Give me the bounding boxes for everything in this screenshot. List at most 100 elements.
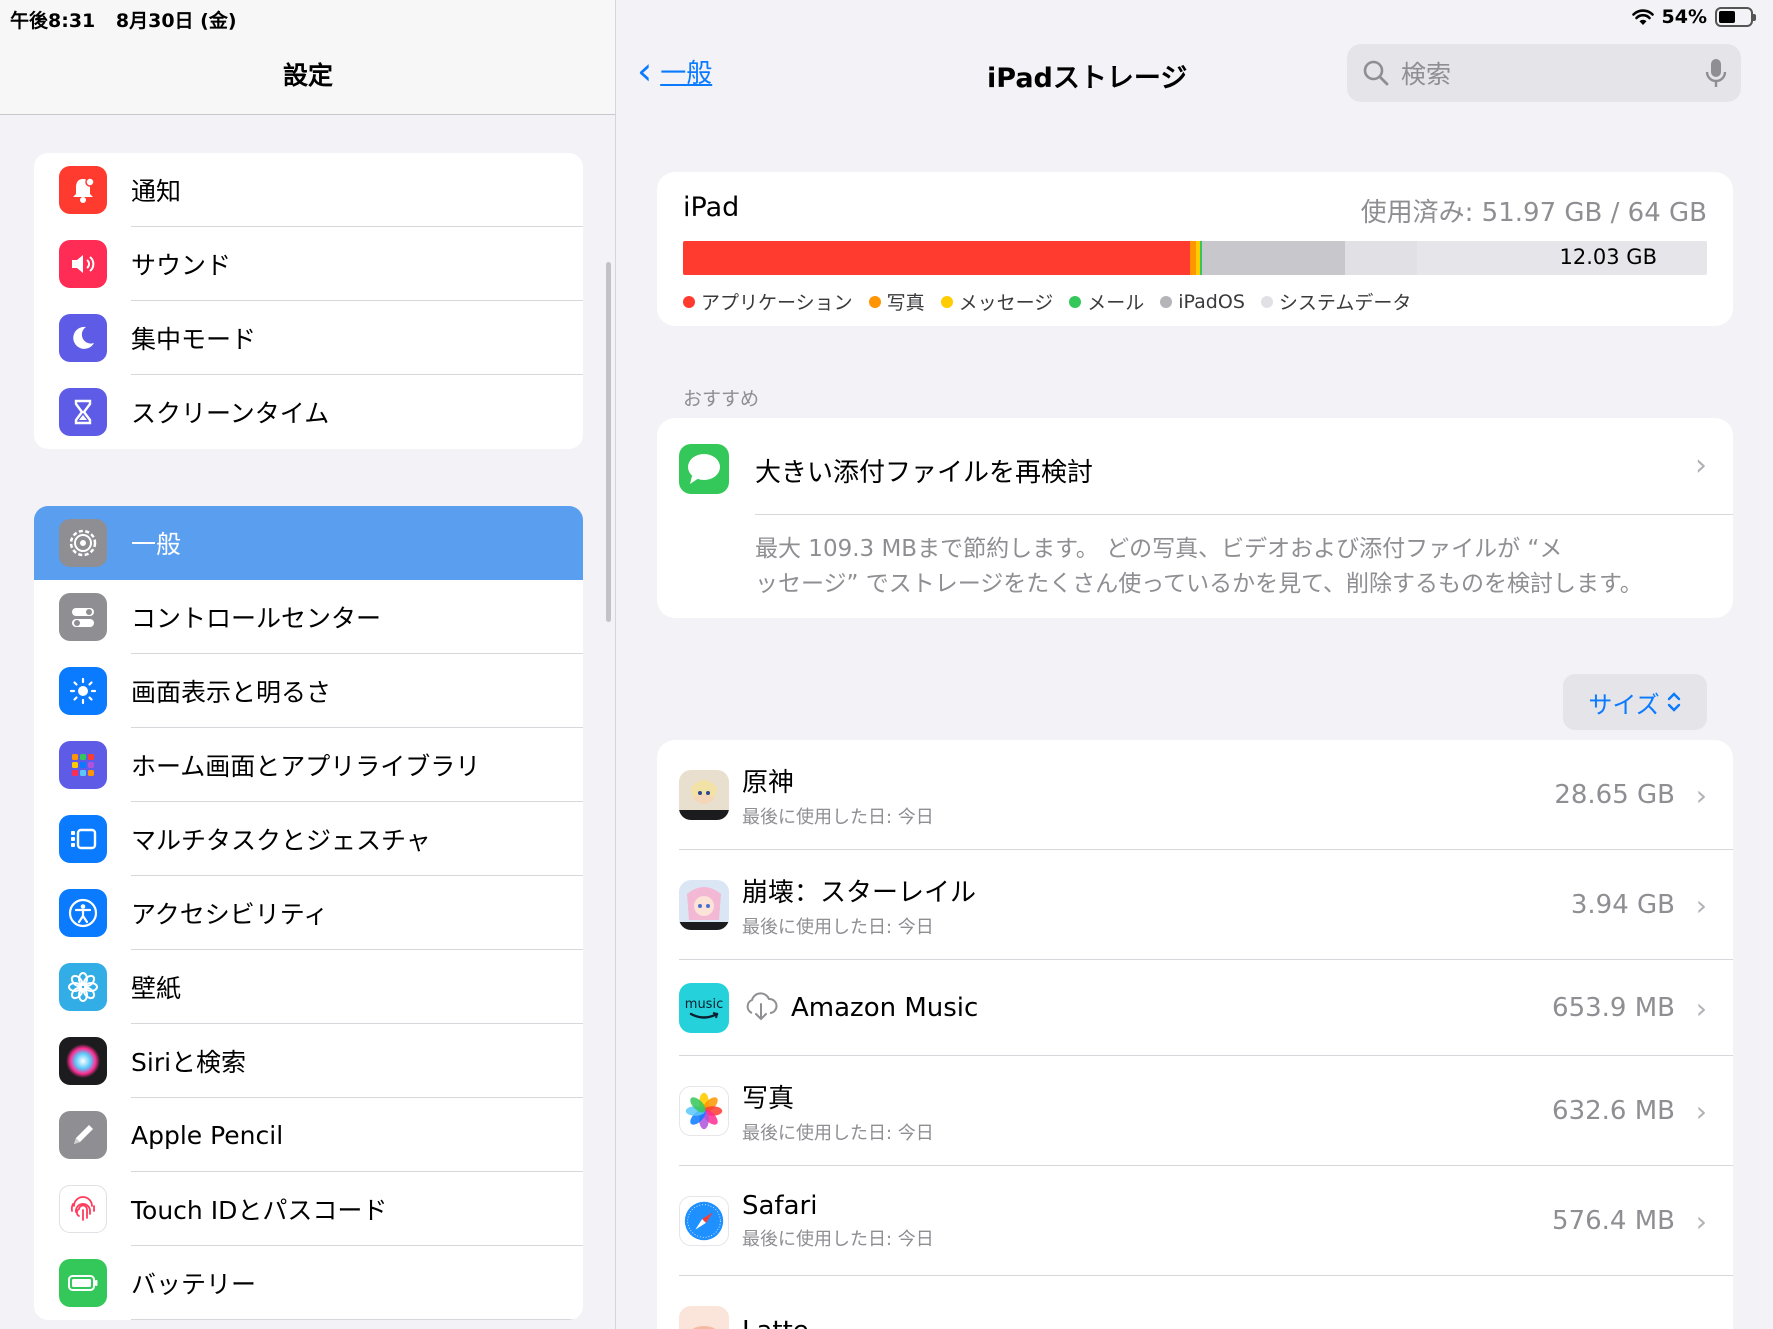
sort-by-size-button[interactable]: サイズ bbox=[1563, 674, 1707, 730]
accessibility-icon bbox=[59, 889, 107, 937]
app-last-used: 最後に使用した日: 今日 bbox=[742, 916, 934, 938]
genshin-icon bbox=[679, 770, 729, 820]
safari-icon bbox=[679, 1196, 729, 1246]
divider bbox=[755, 514, 1733, 515]
legend-dot-icon bbox=[1069, 295, 1082, 308]
sidebar-item-label: 画面表示と明るさ bbox=[131, 678, 332, 707]
sidebar-item-multitask[interactable]: マルチタスクとジェスチャ bbox=[34, 802, 583, 876]
app-row[interactable]: Safari 最後に使用した日: 今日 576.4 MB › bbox=[657, 1166, 1733, 1276]
app-name: Latte bbox=[742, 1316, 809, 1329]
sidebar-item-gear[interactable]: 一般 bbox=[34, 506, 583, 580]
chevron-right-icon: › bbox=[1695, 778, 1707, 812]
legend-dot-icon bbox=[940, 295, 953, 308]
app-texts: 崩壊：スターレイル最後に使用した日: 今日 bbox=[742, 872, 976, 939]
sidebar-item-app-grid[interactable]: ホーム画面とアプリライブラリ bbox=[34, 728, 583, 802]
app-row[interactable]: Latte bbox=[657, 1276, 1733, 1329]
search-placeholder: 検索 bbox=[1401, 60, 1452, 89]
divider bbox=[131, 1319, 583, 1320]
recommendation-card[interactable]: 大きい添付ファイルを再検討 › 最大 109.3 MBまで節約します。 どの写真… bbox=[657, 418, 1733, 618]
photos-icon bbox=[679, 1086, 729, 1136]
app-name: 写真 bbox=[742, 1083, 795, 1114]
storage-legend: アプリケーション 写真 メッセージ メール iPadOS システムデータ bbox=[683, 288, 1411, 315]
sidebar-item-bell[interactable]: 通知 bbox=[34, 153, 583, 227]
app-row[interactable]: music Amazon Music 653.9 MB › bbox=[657, 960, 1733, 1056]
sidebar-item-pencil[interactable]: Apple Pencil bbox=[34, 1098, 583, 1172]
flower-icon bbox=[59, 963, 107, 1011]
app-size: 653.9 MB bbox=[1552, 993, 1675, 1023]
legend-label: アプリケーション bbox=[701, 292, 853, 314]
chevron-up-down-icon bbox=[1667, 692, 1680, 712]
page-title: iPadストレージ bbox=[987, 63, 1188, 94]
legend-label: メッセージ bbox=[958, 292, 1054, 314]
app-texts: Safari 最後に使用した日: 今日 bbox=[742, 1191, 934, 1251]
chevron-right-icon: › bbox=[1695, 1094, 1707, 1128]
moon-icon bbox=[59, 314, 107, 362]
sidebar-item-battery[interactable]: バッテリー bbox=[34, 1246, 583, 1320]
legend-dot-icon bbox=[1260, 295, 1273, 308]
speaker-icon bbox=[59, 240, 107, 288]
sidebar-item-hourglass[interactable]: スクリーンタイム bbox=[34, 375, 583, 449]
sidebar-item-label: マルチタスクとジェスチャ bbox=[131, 826, 431, 855]
search-icon bbox=[1363, 60, 1389, 86]
sidebar-item-label: Apple Pencil bbox=[131, 1120, 284, 1150]
sidebar-item-label: バッテリー bbox=[131, 1270, 257, 1299]
app-storage-list: 原神 最後に使用した日: 今日 28.65 GB › 崩壊：スターレイル最後に使用した日… bbox=[657, 740, 1733, 1329]
pencil-icon bbox=[59, 1111, 107, 1159]
back-button-label: 一般 bbox=[660, 58, 713, 89]
device-name: iPad bbox=[683, 192, 740, 223]
sidebar-scrollbar[interactable] bbox=[606, 262, 611, 622]
status-time: 午後8:31 bbox=[10, 10, 96, 32]
sidebar-item-label: コントロールセンター bbox=[131, 604, 382, 633]
recommendation-description-line-2: ッセージ” でストレージをたくさん使っているかを見て、削除するものを検討します。 bbox=[755, 571, 1643, 597]
chevron-right-icon: › bbox=[1695, 991, 1707, 1025]
sidebar-header: 午後8:31 8月30日 (金) 設定 bbox=[0, 0, 615, 115]
legend-label: 写真 bbox=[886, 292, 925, 314]
app-texts: Amazon Music bbox=[791, 993, 978, 1023]
app-name: 原神 bbox=[742, 767, 795, 798]
storage-segment bbox=[1202, 241, 1345, 275]
legend-item: 写真 bbox=[868, 288, 925, 315]
app-last-used: 最後に使用した日: 今日 bbox=[742, 1229, 934, 1250]
bell-icon bbox=[59, 166, 107, 214]
sidebar-item-fingerprint[interactable]: Touch IDとパスコード bbox=[34, 1172, 583, 1246]
fingerprint-icon bbox=[59, 1185, 107, 1233]
settings-group-1: 通知サウンド集中モード スクリーンタイム bbox=[34, 153, 583, 449]
sidebar-item-moon[interactable]: 集中モード bbox=[34, 301, 583, 375]
sidebar-item-accessibility[interactable]: アクセシビリティ bbox=[34, 876, 583, 950]
microphone-icon[interactable] bbox=[1705, 57, 1727, 89]
back-button[interactable]: ‹ 一般 bbox=[637, 52, 712, 90]
sidebar-item-label: 一般 bbox=[131, 530, 182, 559]
app-row[interactable]: 原神 最後に使用した日: 今日 28.65 GB › bbox=[657, 740, 1733, 850]
search-field[interactable]: 検索 bbox=[1347, 44, 1741, 102]
sidebar-item-toggles[interactable]: コントロールセンター bbox=[34, 580, 583, 654]
sidebar-item-sun[interactable]: 画面表示と明るさ bbox=[34, 654, 583, 728]
app-row[interactable]: 崩壊：スターレイル 最後に使用した日: 今日 3.94 GB › bbox=[657, 850, 1733, 960]
legend-item: iPadOS bbox=[1160, 288, 1245, 315]
battery-icon bbox=[1715, 7, 1756, 27]
siri-icon bbox=[59, 1037, 107, 1085]
sidebar-item-siri[interactable]: Siriと検索 bbox=[34, 1024, 583, 1098]
sidebar-item-label: 壁紙 bbox=[131, 974, 182, 1003]
sidebar-item-label: Siriと検索 bbox=[131, 1048, 247, 1077]
sidebar-item-label: ホーム画面とアプリライブラリ bbox=[131, 752, 481, 781]
legend-dot-icon bbox=[1160, 295, 1173, 308]
gear-icon bbox=[59, 519, 107, 567]
app-name: Amazon Music bbox=[791, 993, 979, 1023]
sidebar-item-label: Touch IDとパスコード bbox=[131, 1196, 388, 1225]
app-row[interactable]: 写真 最後に使用した日: 今日 632.6 MB › bbox=[657, 1056, 1733, 1166]
sidebar-item-speaker[interactable]: サウンド bbox=[34, 227, 583, 301]
legend-item: メール bbox=[1069, 288, 1144, 315]
messages-icon bbox=[679, 444, 729, 494]
storage-segment bbox=[1345, 241, 1417, 275]
app-name: 崩壊：スターレイル bbox=[742, 877, 977, 908]
legend-dot-icon bbox=[683, 295, 695, 308]
toggles-icon bbox=[59, 593, 107, 641]
sidebar-item-label: サウンド bbox=[131, 251, 232, 280]
recommendation-description-line-1: 最大 109.3 MBまで節約します。 どの写真、ビデオおよび添付ファイルが “… bbox=[755, 536, 1563, 562]
multitask-icon bbox=[59, 815, 107, 863]
settings-sidebar: 午後8:31 8月30日 (金) 設定 通知 サウンド 集中モード スクリーンタイム … bbox=[0, 0, 616, 1329]
app-size: 3.94 GB bbox=[1570, 890, 1675, 920]
sidebar-item-flower[interactable]: 壁紙 bbox=[34, 950, 583, 1024]
storage-segment bbox=[683, 241, 1190, 275]
free-space-label: 12.03 GB bbox=[1559, 245, 1657, 269]
